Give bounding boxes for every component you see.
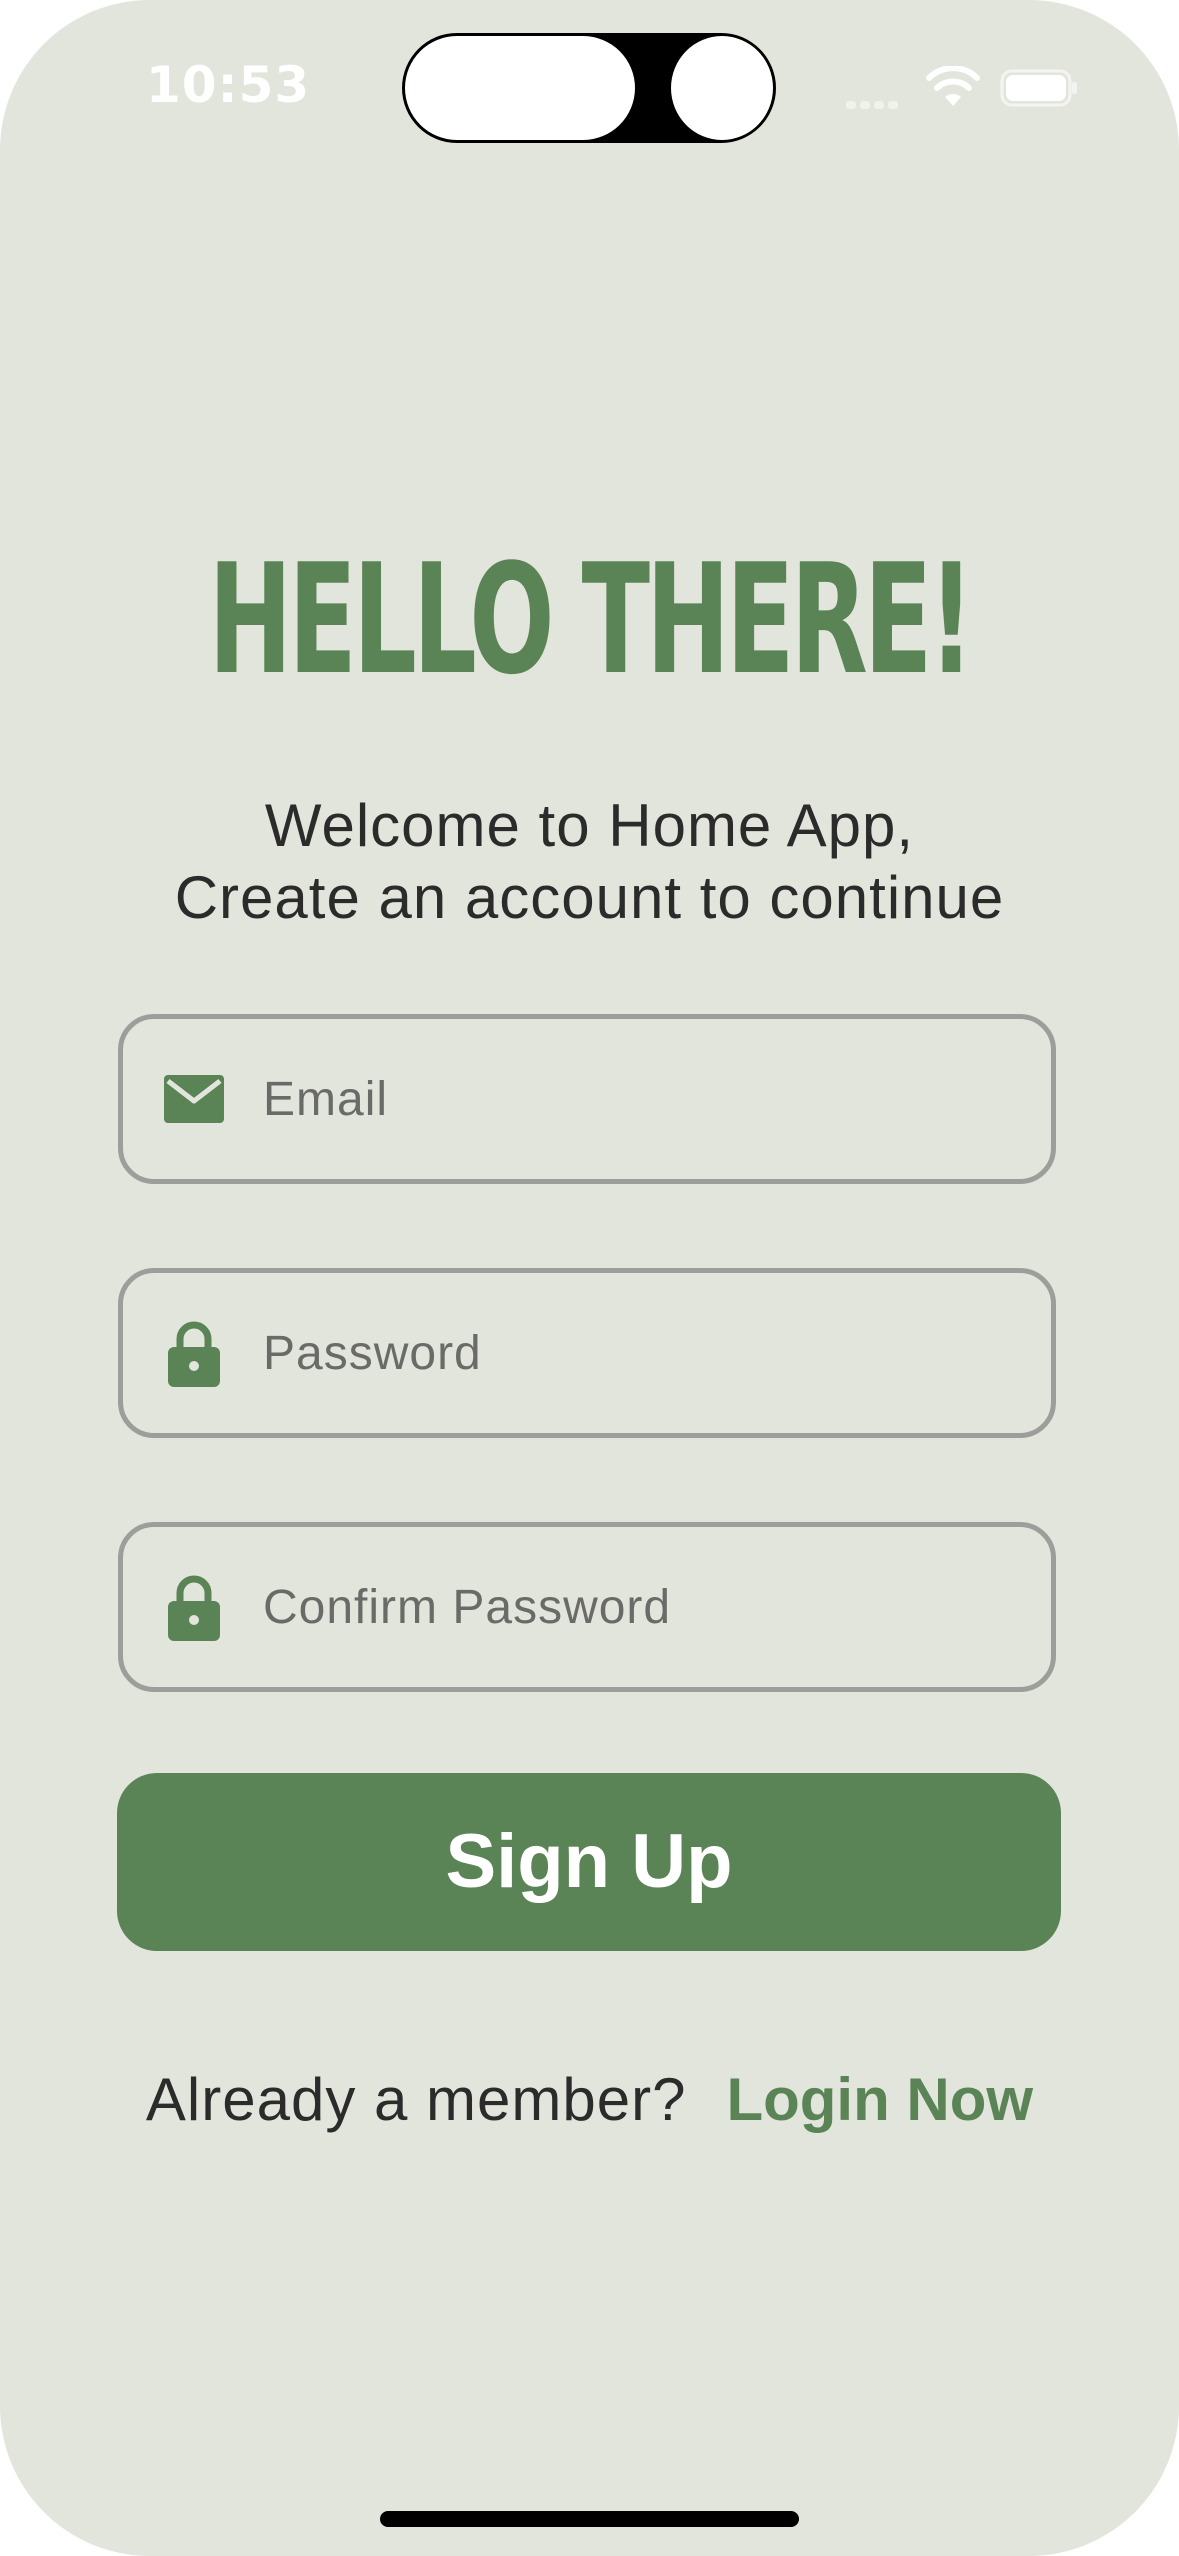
- phone-screen: 10:53 HELLO THERE! Welcome to Home App, …: [0, 0, 1179, 2556]
- wifi-icon: [926, 66, 980, 106]
- email-input[interactable]: [263, 1019, 1023, 1179]
- dynamic-island-pill: [405, 36, 635, 140]
- cellular-signal-icon: [846, 94, 906, 109]
- lock-icon: [168, 1321, 220, 1387]
- login-now-link[interactable]: Login Now: [726, 2066, 1033, 2133]
- welcome-subtitle: Welcome to Home App, Create an account t…: [0, 790, 1179, 934]
- lock-icon: [168, 1575, 220, 1641]
- dynamic-island-dot: [671, 36, 773, 140]
- envelope-icon: [164, 1075, 224, 1123]
- subtitle-line-2: Create an account to continue: [174, 864, 1005, 931]
- page-title: HELLO THERE!: [208, 531, 974, 708]
- password-input[interactable]: [263, 1273, 1023, 1433]
- confirm-password-field[interactable]: [118, 1522, 1056, 1692]
- sign-up-button[interactable]: Sign Up: [117, 1773, 1061, 1951]
- home-indicator[interactable]: [380, 2511, 799, 2527]
- login-prompt: Already a member? Login Now: [0, 2060, 1179, 2140]
- confirm-password-input[interactable]: [263, 1527, 1023, 1687]
- already-member-text: Already a member?: [145, 2066, 687, 2133]
- email-field[interactable]: [118, 1014, 1056, 1184]
- status-time: 10:53: [146, 56, 311, 114]
- subtitle-line-1: Welcome to Home App,: [264, 792, 915, 859]
- password-field[interactable]: [118, 1268, 1056, 1438]
- battery-icon: [1000, 69, 1077, 107]
